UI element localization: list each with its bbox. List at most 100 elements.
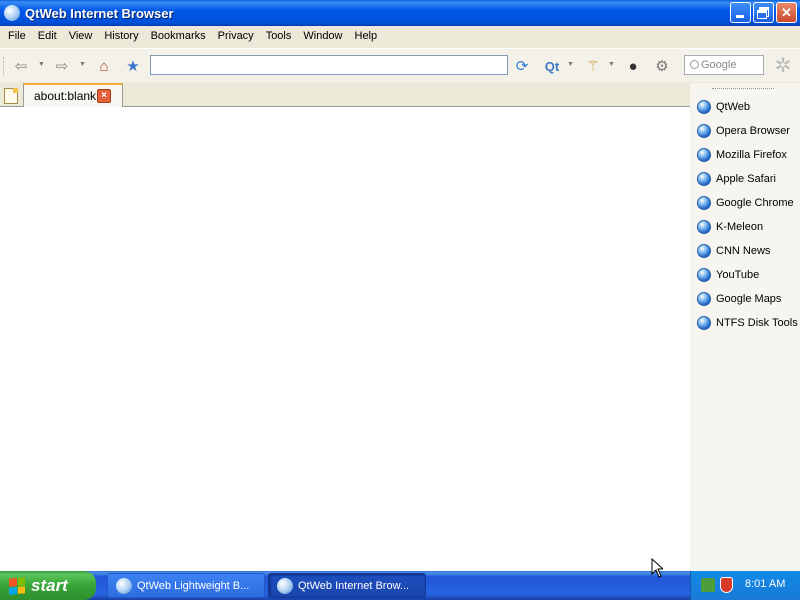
bookmark-chrome[interactable]: Google Chrome bbox=[697, 191, 798, 215]
bookmarks-sidebar: QtWeb Opera Browser Mozilla Firefox Appl… bbox=[690, 83, 800, 571]
home-icon: ⌂ bbox=[99, 57, 109, 75]
windows-logo-icon bbox=[9, 576, 25, 595]
taskbar-item-qtweb-browser[interactable]: QtWeb Internet Brow... bbox=[268, 573, 426, 598]
tab-about-blank[interactable]: about:blank × bbox=[23, 83, 123, 107]
globe-icon bbox=[697, 100, 711, 114]
bookmark-star-button[interactable]: ★ bbox=[123, 56, 143, 76]
globe-icon bbox=[697, 124, 711, 138]
menu-file[interactable]: File bbox=[2, 27, 32, 45]
globe-icon bbox=[697, 196, 711, 210]
menu-edit[interactable]: Edit bbox=[32, 27, 63, 45]
tab-close-button[interactable]: × bbox=[97, 89, 111, 103]
qtweb-logo-icon: Qt bbox=[544, 58, 560, 74]
qtweb-app-icon bbox=[277, 577, 293, 594]
settings-gears-button[interactable]: ⚙ bbox=[652, 56, 672, 76]
security-shield-tray-icon[interactable] bbox=[720, 577, 733, 593]
search-icon bbox=[690, 60, 699, 69]
menu-view[interactable]: View bbox=[63, 27, 99, 45]
address-bar[interactable] bbox=[150, 55, 508, 75]
minimize-icon bbox=[736, 15, 744, 18]
home-button[interactable]: ⌂ bbox=[94, 56, 114, 76]
ie-document-icon bbox=[116, 577, 132, 594]
reload-icon: ⟳ bbox=[515, 58, 529, 75]
menu-privacy[interactable]: Privacy bbox=[212, 27, 260, 45]
globe-icon bbox=[697, 172, 711, 186]
reload-button[interactable]: ⟳ bbox=[512, 56, 532, 76]
magic-wand-icon: ⚚ bbox=[586, 58, 600, 75]
search-box[interactable]: Google bbox=[684, 55, 764, 75]
bookmark-k-meleon[interactable]: K-Meleon bbox=[697, 215, 798, 239]
bookmark-safari[interactable]: Apple Safari bbox=[697, 167, 798, 191]
clock[interactable]: 8:01 AM bbox=[745, 578, 785, 590]
globe-icon bbox=[697, 316, 711, 330]
window-title: QtWeb Internet Browser bbox=[25, 5, 174, 21]
window-controls: ✕ bbox=[730, 2, 797, 23]
restore-button[interactable] bbox=[753, 2, 774, 23]
toolbar-grip[interactable] bbox=[3, 57, 6, 75]
menu-window[interactable]: Window bbox=[297, 27, 348, 45]
globe-icon bbox=[697, 268, 711, 282]
back-arrow-icon: ⇦ bbox=[14, 58, 28, 75]
bookmark-firefox[interactable]: Mozilla Firefox bbox=[697, 143, 798, 167]
bookmark-label: K-Meleon bbox=[716, 221, 764, 233]
qtweb-app-icon bbox=[4, 5, 20, 21]
loading-spinner: ✲ bbox=[771, 53, 795, 77]
menu-history[interactable]: History bbox=[98, 27, 144, 45]
menu-help[interactable]: Help bbox=[349, 27, 384, 45]
globe-icon bbox=[697, 220, 711, 234]
new-tab-button[interactable] bbox=[4, 88, 18, 104]
taskbar-item-qtweb-lightweight[interactable]: QtWeb Lightweight B... bbox=[107, 573, 265, 598]
title-bar[interactable]: QtWeb Internet Browser ✕ bbox=[0, 0, 800, 26]
star-icon: ★ bbox=[126, 58, 140, 75]
bookmark-label: Mozilla Firefox bbox=[716, 149, 787, 161]
search-placeholder: Google bbox=[701, 59, 737, 71]
taskbar: start QtWeb Lightweight B... QtWeb Inter… bbox=[0, 571, 800, 600]
gears-icon: ⚙ bbox=[655, 58, 669, 75]
bookmark-label: Opera Browser bbox=[716, 125, 790, 137]
bookmark-qtweb[interactable]: QtWeb bbox=[697, 95, 798, 119]
start-label: start bbox=[31, 575, 68, 595]
close-window-button[interactable]: ✕ bbox=[776, 2, 797, 23]
back-history-dropdown[interactable]: ▼ bbox=[38, 61, 45, 68]
close-icon: ✕ bbox=[781, 5, 792, 20]
user-agent-icon: ● bbox=[628, 57, 638, 75]
network-tray-icon[interactable] bbox=[701, 578, 715, 592]
bookmark-label: Google Chrome bbox=[716, 197, 794, 209]
bookmark-label: QtWeb bbox=[716, 101, 751, 113]
bookmark-label: Google Maps bbox=[716, 293, 782, 305]
qtweb-menu-button[interactable]: Qt bbox=[542, 56, 562, 76]
magic-wand-dropdown[interactable]: ▼ bbox=[608, 61, 615, 68]
menu-bookmarks[interactable]: Bookmarks bbox=[145, 27, 212, 45]
privacy-agent-button[interactable]: ● bbox=[623, 56, 643, 76]
forward-history-dropdown[interactable]: ▼ bbox=[79, 61, 86, 68]
bookmark-list: QtWeb Opera Browser Mozilla Firefox Appl… bbox=[697, 95, 798, 335]
menu-tools[interactable]: Tools bbox=[260, 27, 298, 45]
menu-bar: File Edit View History Bookmarks Privacy… bbox=[0, 26, 800, 46]
sidebar-separator bbox=[712, 88, 774, 89]
bookmark-label: Apple Safari bbox=[716, 173, 776, 185]
web-content-area[interactable] bbox=[0, 107, 690, 571]
tab-label: about:blank bbox=[34, 89, 97, 103]
globe-icon bbox=[697, 292, 711, 306]
bookmark-cnn[interactable]: CNN News bbox=[697, 239, 798, 263]
bookmark-ntfs-disk-tools[interactable]: NTFS Disk Tools bbox=[697, 311, 798, 335]
bookmark-youtube[interactable]: YouTube bbox=[697, 263, 798, 287]
bookmark-opera[interactable]: Opera Browser bbox=[697, 119, 798, 143]
bookmark-label: NTFS Disk Tools bbox=[716, 317, 798, 329]
spinner-icon: ✲ bbox=[774, 54, 792, 77]
start-button[interactable]: start bbox=[0, 571, 96, 600]
qtweb-menu-dropdown[interactable]: ▼ bbox=[567, 61, 574, 68]
tab-bar: about:blank × bbox=[0, 83, 690, 107]
forward-button[interactable]: ⇨ bbox=[52, 56, 72, 76]
bookmark-label: YouTube bbox=[716, 269, 760, 281]
minimize-button[interactable] bbox=[730, 2, 751, 23]
mouse-cursor-icon bbox=[651, 558, 663, 578]
magic-wand-button[interactable]: ⚚ bbox=[583, 56, 603, 76]
bookmark-label: CNN News bbox=[716, 245, 771, 257]
globe-icon bbox=[697, 244, 711, 258]
bookmark-google-maps[interactable]: Google Maps bbox=[697, 287, 798, 311]
system-tray: 8:01 AM bbox=[690, 571, 800, 600]
taskbar-item-label: QtWeb Internet Brow... bbox=[298, 579, 410, 592]
back-button[interactable]: ⇦ bbox=[11, 56, 31, 76]
globe-icon bbox=[697, 148, 711, 162]
